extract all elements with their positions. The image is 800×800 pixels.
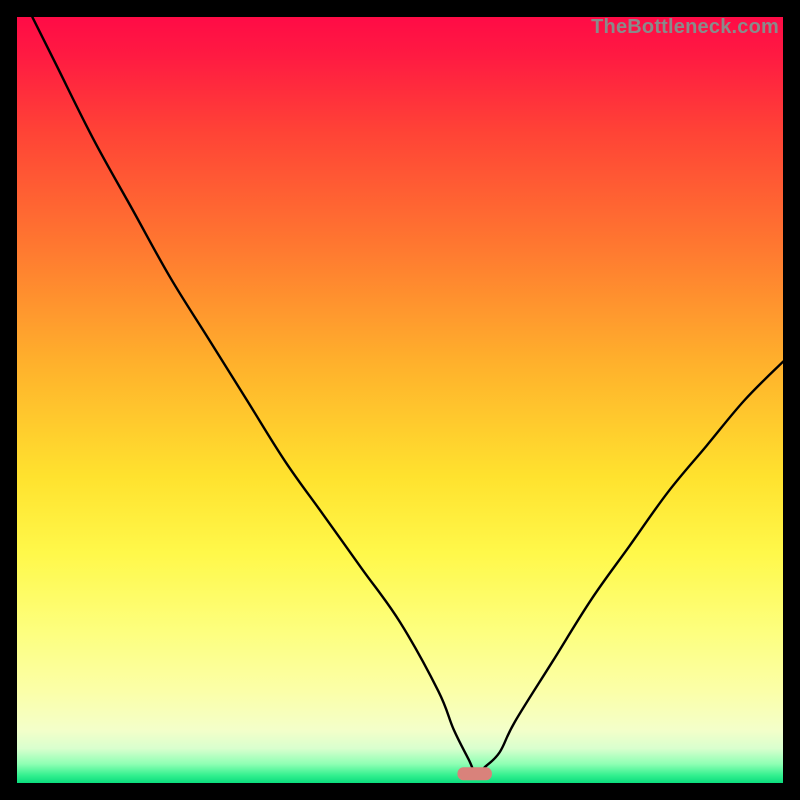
chart-svg [17, 17, 783, 783]
optimal-marker [457, 767, 491, 780]
chart-background [17, 17, 783, 783]
watermark-text: TheBottleneck.com [591, 16, 779, 39]
chart-frame: TheBottleneck.com [17, 17, 783, 783]
